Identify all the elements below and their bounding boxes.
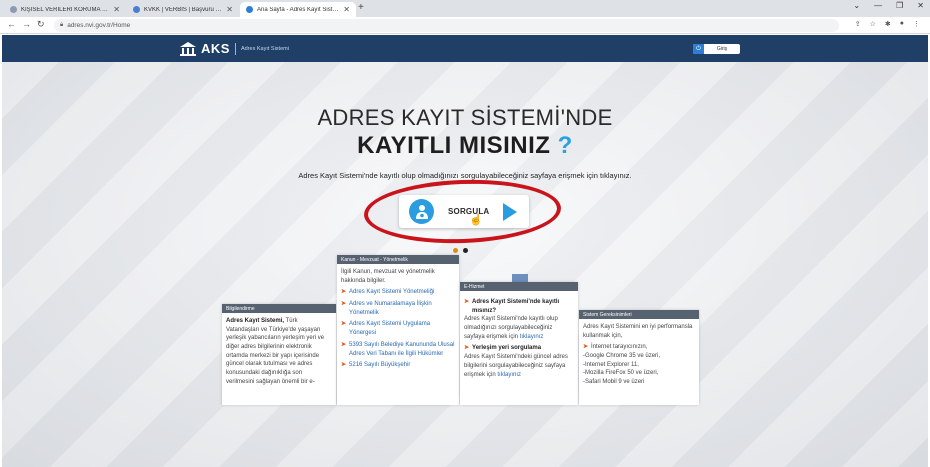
menu-icon[interactable]: ⋮ xyxy=(913,20,920,28)
regulation-link[interactable]: ➤ Adres Kayıt Sistemi Uygulama Yönergesi xyxy=(341,320,455,337)
browser-tab-kvkk-kurum[interactable]: KİŞİSEL VERİLERİ KORUMA KURU ✕ xyxy=(4,2,126,17)
carousel-dot[interactable] xyxy=(463,248,468,253)
logo-text: AKS xyxy=(201,41,230,56)
red-highlight-ellipse xyxy=(362,176,563,247)
arrow-icon: ➤ xyxy=(341,301,347,308)
close-tab-icon[interactable]: ✕ xyxy=(226,5,233,14)
browser-tab-aks[interactable]: Ana Sayfa - Adres Kayıt Sistemi ✕ xyxy=(240,2,356,17)
extensions-icon[interactable]: ✱ xyxy=(885,20,891,28)
favicon-icon xyxy=(133,6,140,13)
carousel-dot[interactable] xyxy=(453,248,458,253)
e-hizmet-panel: E-Hizmet ➤ Adres Kayıt Sistemi'nde kayıtl… xyxy=(460,282,578,405)
requirement-text: -Mozilla FireFox 50 ve üzeri, xyxy=(583,370,659,377)
browser-toolbar: ⇪ ☆ ✱ ● ⋮ xyxy=(855,20,920,28)
carousel-dots xyxy=(453,248,468,253)
arrow-icon: ➤ xyxy=(341,289,347,296)
forward-icon[interactable]: → xyxy=(22,19,31,29)
profile-icon[interactable]: ● xyxy=(900,20,904,28)
login-label: Giriş xyxy=(716,46,728,52)
close-window-icon[interactable]: ✕ xyxy=(917,1,924,10)
regulation-link[interactable]: ➤ Adres Kayıt Sistemi Yönetmeliği xyxy=(341,288,455,297)
panel-body: Adres Kayıt Sistemini en iyi performansl… xyxy=(579,319,699,391)
lock-icon[interactable]: 🔒︎ xyxy=(60,22,63,29)
login-button[interactable]: ⏻ Giriş xyxy=(693,44,740,54)
browser-tab-bar: KİŞİSEL VERİLERİ KORUMA KURU ✕ KVKK | VE… xyxy=(0,0,930,17)
panel-bold-text: Adres Kayıt Sistemi, xyxy=(226,318,285,324)
regulation-link[interactable]: ➤ 5393 Sayılı Belediye Kanununda Ulusal A… xyxy=(341,341,455,358)
panel-intro: İlgili Kanun, mevzuat ve yönetmelik hakk… xyxy=(341,269,435,284)
hero-description: Adres Kayıt Sistemi'nde kayıtlı olup olm… xyxy=(298,171,632,180)
kanun-mevzuat-panel: Kanun - Mevzuat - Yönetmelik İlgili Kanu… xyxy=(337,255,459,405)
regulation-link[interactable]: ➤ 5216 Sayılı Büyükşehir xyxy=(341,361,455,370)
arrow-icon: ➤ xyxy=(583,344,589,351)
service-title: Yerleşim yeri sorgulama xyxy=(472,345,542,352)
hero-title-line1: ADRES KAYIT SİSTEMİ'NDE xyxy=(317,105,613,130)
sistem-gereksinimleri-panel: Sistem Gereksinimleri Adres Kayıt Sistem… xyxy=(579,310,699,405)
tab-title: Ana Sayfa - Adres Kayıt Sistemi xyxy=(257,6,340,13)
tab-title: KİŞİSEL VERİLERİ KORUMA KURU xyxy=(21,6,110,13)
panel-body: Adres Kayıt Sistemi, Türk Vatandaşları v… xyxy=(222,313,336,391)
government-building-icon xyxy=(180,41,196,56)
panel-header: Sistem Gereksinimleri xyxy=(579,310,699,319)
question-mark: ? xyxy=(557,132,573,159)
favicon-icon xyxy=(246,6,253,13)
arrow-icon: ➤ xyxy=(341,341,347,348)
arrow-icon: ➤ xyxy=(341,321,347,328)
requirement-text: -Internet Explorer 11, xyxy=(583,361,639,368)
site-header: AKS Adres Kayıt Sistemi ⏻ Giriş xyxy=(2,35,928,62)
panel-text: Türk Vatandaşları ve Türkiye'de yaşayan … xyxy=(226,318,325,385)
panel-header: Bilgilendirme xyxy=(222,304,336,313)
link-text: Adres ve Numaralamaya İlişkin Yönetmelik xyxy=(349,301,432,316)
panel-header: Kanun - Mevzuat - Yönetmelik xyxy=(337,255,459,264)
hero-title-line2: KAYITLI MISINIZ ? xyxy=(2,132,928,160)
bilgilendirme-panel: Bilgilendirme Adres Kayıt Sistemi, Türk … xyxy=(222,304,336,405)
address-bar: ← → ↻ 🔒︎ adres.nvi.gov.tr/Home ⇪ ☆ ✱ ● ⋮ xyxy=(0,17,930,34)
reload-icon[interactable]: ↻ xyxy=(37,19,45,30)
aks-logo[interactable]: AKS Adres Kayıt Sistemi xyxy=(180,41,289,56)
tab-title: KVKK | VERBİS | Başvuru Formu xyxy=(144,6,223,13)
arrow-icon: ➤ xyxy=(464,345,470,352)
browser-tab-verbis[interactable]: KVKK | VERBİS | Başvuru Formu ✕ xyxy=(127,2,239,17)
service-item[interactable]: ➤ Yerleşim yeri sorgulama xyxy=(464,344,574,353)
arrow-icon: ➤ xyxy=(341,362,347,369)
regulation-link[interactable]: ➤ Adres ve Numaralamaya İlişkin Yönetmeli… xyxy=(341,300,455,317)
hero-section: ADRES KAYIT SİSTEMİ'NDE KAYITLI MISINIZ … xyxy=(2,62,928,467)
link-text: 5216 Sayılı Büyükşehir xyxy=(349,362,411,369)
logo-divider xyxy=(234,42,236,55)
new-tab-button[interactable]: + xyxy=(358,2,364,13)
requirement-text: -Safari Mobil 9 ve üzeri xyxy=(583,379,645,386)
service-title: Adres Kayıt Sistemi'nde kayıtlı mısınız? xyxy=(472,299,560,314)
link-text: Adres Kayıt Sistemi Yönetmeliği xyxy=(349,289,435,296)
maximize-icon[interactable]: ❐ xyxy=(896,1,903,10)
panel-header: E-Hizmet xyxy=(460,282,578,291)
arrow-icon: ➤ xyxy=(464,299,470,305)
link-text: 5393 Sayılı Belediye Kanununda Ulusal Ad… xyxy=(349,341,455,357)
close-tab-icon[interactable]: ✕ xyxy=(343,5,350,14)
hero-title-text: KAYITLI MISINIZ xyxy=(357,132,551,159)
logo-subtitle: Adres Kayıt Sistemi xyxy=(240,45,289,52)
requirement-text: -Google Chrome 35 ve üzeri, xyxy=(583,353,661,360)
requirement-item: ➤ İnternet tarayıcınızın, xyxy=(583,343,695,352)
url-field[interactable]: 🔒︎ adres.nvi.gov.tr/Home xyxy=(54,19,839,32)
close-tab-icon[interactable]: ✕ xyxy=(113,5,120,14)
back-icon[interactable]: ← xyxy=(7,19,16,29)
service-link[interactable]: tıklayınız xyxy=(497,372,521,378)
service-text: Adres Kayıt Sistemi'nde kayıtlı olup olm… xyxy=(464,316,558,340)
link-text: Adres Kayıt Sistemi Uygulama Yönergesi xyxy=(349,321,431,337)
minimize-icon[interactable]: — xyxy=(874,1,882,10)
service-link[interactable]: tıklayınız xyxy=(520,334,544,340)
favicon-icon xyxy=(10,6,17,13)
tab-search-icon[interactable]: ⌄ xyxy=(853,1,860,10)
panel-intro: Adres Kayıt Sistemini en iyi performansl… xyxy=(583,324,693,339)
window-controls: ⌄ — ❐ ✕ xyxy=(853,1,924,10)
panel-body: ➤ Adres Kayıt Sistemi'nde kayıtlı mısınız… xyxy=(460,291,578,383)
requirement-text: İnternet tarayıcınızın, xyxy=(591,344,648,351)
login-icon: ⏻ xyxy=(693,44,704,54)
share-icon[interactable]: ⇪ xyxy=(855,20,861,28)
service-item[interactable]: ➤ Adres Kayıt Sistemi'nde kayıtlı mısınız… xyxy=(464,298,574,315)
url-text: adres.nvi.gov.tr/Home xyxy=(67,22,131,29)
panel-body: İlgili Kanun, mevzuat ve yönetmelik hakk… xyxy=(337,264,459,374)
bookmark-star-icon[interactable]: ☆ xyxy=(870,20,876,28)
